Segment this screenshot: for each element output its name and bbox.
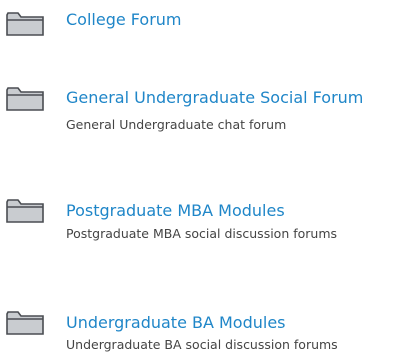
forum-title-link[interactable]: College Forum — [66, 10, 182, 30]
forum-description: General Undergraduate chat forum — [66, 117, 287, 132]
folder-icon — [5, 198, 45, 224]
folder-icon — [5, 310, 45, 336]
folder-icon — [5, 86, 45, 112]
forum-title-link[interactable]: Postgraduate MBA Modules — [66, 201, 285, 221]
forum-title-link[interactable]: Undergraduate BA Modules — [66, 313, 286, 333]
forum-description: Undergraduate BA social discussion forum… — [66, 337, 338, 352]
folder-icon — [5, 11, 45, 37]
forum-title-link[interactable]: General Undergraduate Social Forum — [66, 88, 363, 108]
forum-description: Postgraduate MBA social discussion forum… — [66, 226, 338, 241]
